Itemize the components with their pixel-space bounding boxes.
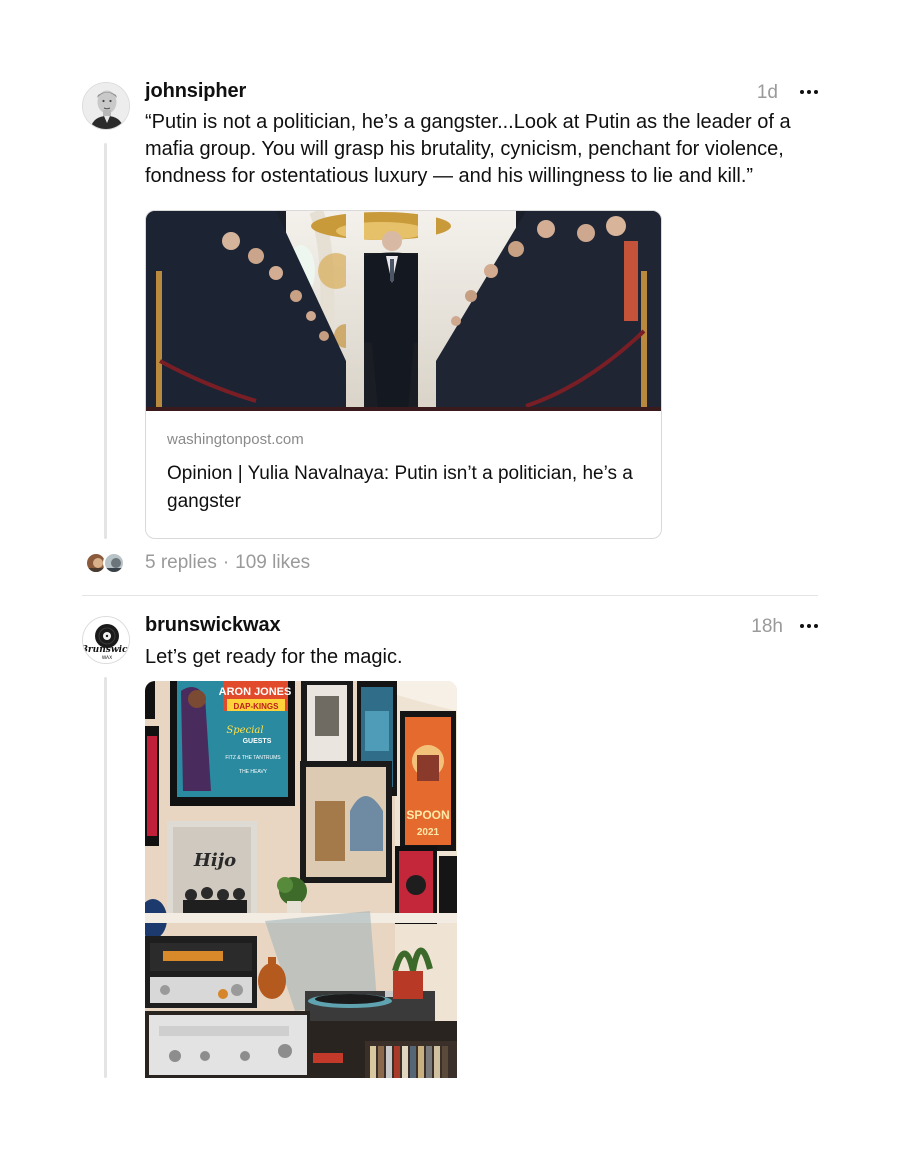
thread-post: Brunswick WAX brunswickwax 18h Let’s get… — [0, 597, 900, 1161]
timestamp[interactable]: 18h — [723, 616, 783, 638]
svg-text:SPOON: SPOON — [406, 808, 449, 822]
svg-text:FITZ & THE TANTRUMS: FITZ & THE TANTRUMS — [225, 755, 281, 761]
more-options-icon[interactable] — [797, 82, 821, 102]
avatar[interactable] — [82, 82, 130, 130]
username[interactable]: johnsipher — [145, 80, 246, 103]
svg-text:GUESTS: GUESTS — [243, 738, 272, 745]
username[interactable]: brunswickwax — [145, 614, 281, 637]
timestamp[interactable]: 1d — [718, 82, 778, 104]
logo-wordmark: Brunswick — [83, 645, 130, 655]
replier-avatar — [103, 552, 125, 574]
svg-text:DAP-KINGS: DAP-KINGS — [234, 702, 280, 711]
engagement-row: 5 replies · 109 likes — [85, 550, 485, 576]
thread-line — [104, 143, 107, 539]
brunswick-wax-logo: Brunswick WAX — [83, 617, 130, 663]
post-text: “Putin is not a politician, he’s a gangs… — [145, 111, 791, 187]
link-headline: Opinion | Yulia Navalnaya: Putin isn’t a… — [167, 463, 633, 512]
svg-text:2021: 2021 — [417, 827, 440, 838]
avatar[interactable]: Brunswick WAX — [82, 616, 130, 664]
svg-text:THE HEAVY: THE HEAVY — [239, 769, 268, 775]
thread-line — [104, 677, 107, 1078]
engagement-stats: 5 replies · 109 likes — [145, 552, 310, 574]
stats-separator: · — [222, 552, 230, 573]
link-preview-card[interactable]: washingtonpost.com Opinion | Yulia Naval… — [145, 210, 662, 539]
post-photo[interactable]: ARON JONES DAP-KINGS Special GUESTS FITZ… — [145, 681, 457, 1078]
logo-subtext: WAX — [102, 655, 112, 661]
post-divider — [82, 595, 818, 596]
post-text: Let’s get ready for the magic. — [145, 646, 403, 668]
svg-text:ARON JONES: ARON JONES — [219, 686, 292, 698]
replies-count-link[interactable]: 5 replies — [145, 552, 217, 573]
avatar-photo — [83, 83, 129, 129]
likes-count-link[interactable]: 109 likes — [235, 552, 310, 573]
link-domain: washingtonpost.com — [167, 431, 304, 448]
thread-post: johnsipher 1d “Putin is not a politician… — [0, 0, 900, 596]
svg-text:Special: Special — [226, 725, 263, 736]
svg-text:Hijo: Hijo — [193, 850, 236, 871]
link-preview-image — [146, 211, 661, 411]
more-options-icon[interactable] — [797, 616, 821, 636]
